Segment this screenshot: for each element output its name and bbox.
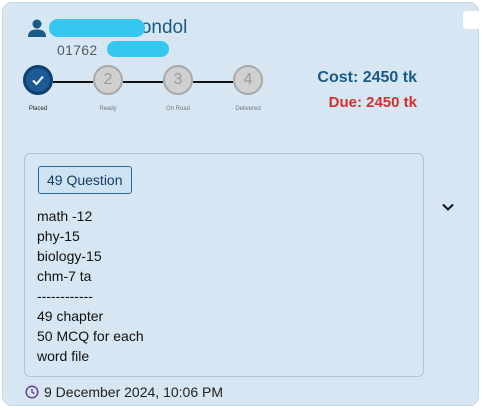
chevron-down-icon[interactable] <box>440 199 456 215</box>
card-corner <box>463 11 481 29</box>
step-label-placed: Placed <box>28 106 48 112</box>
step-label-onroad: On Road <box>165 106 190 112</box>
clock-icon <box>25 385 39 399</box>
order-details-box: 49 Question math -12 phy-15 biology-15 c… <box>24 153 424 377</box>
note-line: 49 chapter <box>37 308 104 324</box>
step-delivered-circle: 4 <box>233 65 263 95</box>
order-notes: math -12 phy-15 biology-15 chm-7 ta ----… <box>37 206 144 366</box>
note-line: word file <box>37 348 90 364</box>
step-onroad-circle: 3 <box>163 65 193 95</box>
check-icon <box>32 75 44 86</box>
note-line: 50 MCQ for each <box>37 328 144 344</box>
order-cost: Cost: 2450 tk <box>317 69 417 86</box>
phone-redaction-scribble <box>107 41 169 57</box>
note-line: phy-15 <box>37 228 80 244</box>
order-date: 9 December 2024, 10:06 PM <box>44 384 223 400</box>
note-line: chm-7 ta <box>37 268 92 284</box>
order-status-stepper: 2 3 4 Placed Ready On Road Delivered <box>23 65 283 115</box>
step-connector <box>193 81 233 83</box>
customer-name-wrap: Mondol <box>49 17 187 39</box>
step-label-ready: Ready <box>99 106 117 112</box>
note-line: ------------ <box>37 288 93 304</box>
person-icon <box>28 19 46 37</box>
note-line: biology-15 <box>37 248 102 264</box>
step-connector <box>123 81 163 83</box>
customer-phone: 01762 <box>57 42 98 58</box>
order-due: Due: 2450 tk <box>328 94 417 111</box>
step-ready-circle: 2 <box>93 65 123 95</box>
redaction-scribble <box>49 19 145 37</box>
step-connector <box>53 81 93 83</box>
order-card[interactable]: Mondol 01762 2 3 4 Placed Ready On Road … <box>2 2 481 406</box>
customer-row: Mondol <box>27 17 187 39</box>
question-count-badge: 49 Question <box>38 166 132 194</box>
step-label-delivered: Delivered <box>235 106 261 112</box>
note-line: math -12 <box>37 208 93 224</box>
step-placed-circle <box>23 65 53 95</box>
order-date-row: 9 December 2024, 10:06 PM <box>25 384 223 400</box>
